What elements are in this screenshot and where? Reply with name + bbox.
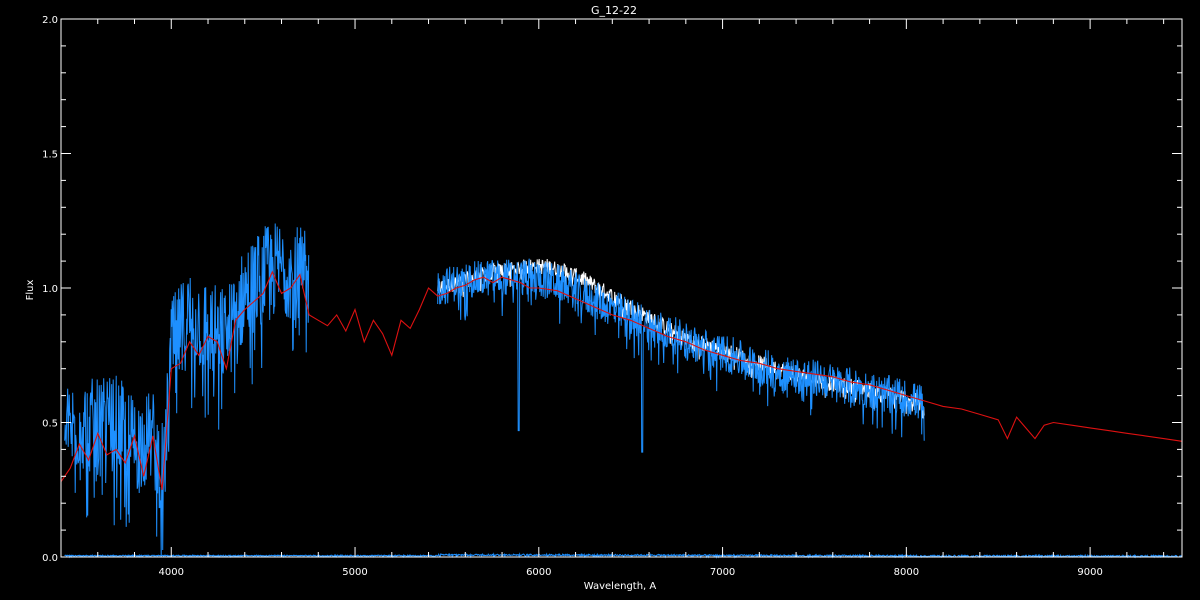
x-tick-label: 5000 [342,567,367,578]
x-axis-label: Wavelength, A [584,581,657,592]
y-tick-label: 1.0 [42,284,58,295]
x-tick-label: 8000 [894,567,919,578]
x-tick-label: 4000 [159,567,184,578]
y-axis-label: Flux [25,280,36,301]
y-tick-label: 0.0 [42,553,58,564]
y-tick-label: 2.0 [42,15,58,26]
spectrum-chart: G_12-22 4000 5000 6000 7000 8000 9000 0.0 0.5 1.… [0,0,1200,600]
x-tick-label: 9000 [1077,567,1102,578]
x-tick-label: 6000 [526,567,551,578]
x-tick-label: 7000 [710,567,735,578]
chart-title: G_12-22 [591,4,637,17]
y-tick-label: 0.5 [42,419,58,430]
y-tick-label: 1.5 [42,150,58,161]
